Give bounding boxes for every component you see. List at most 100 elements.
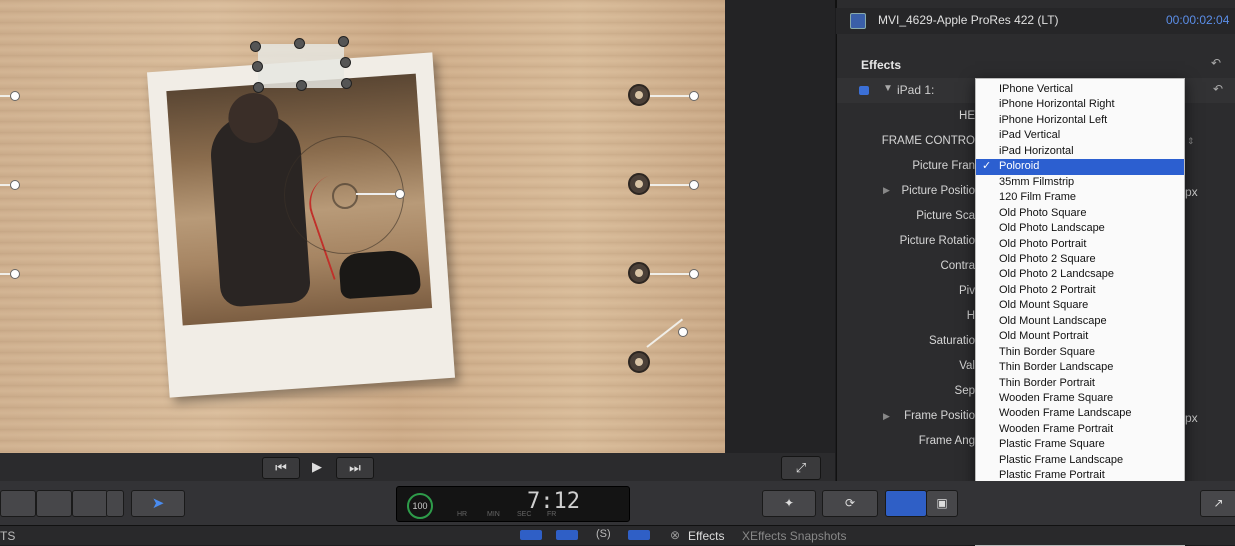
reset-icon[interactable]: ↶ bbox=[1211, 56, 1221, 70]
tape-handle[interactable] bbox=[250, 41, 261, 52]
adjust-knob[interactable] bbox=[628, 262, 650, 284]
tape-handle[interactable] bbox=[340, 57, 351, 68]
disclosure-triangle-icon[interactable]: ▶ bbox=[883, 185, 890, 196]
edge-line bbox=[0, 273, 10, 275]
dropdown-item[interactable]: Thin Border Portrait bbox=[976, 376, 1184, 391]
dropdown-item[interactable]: Old Mount Square bbox=[976, 298, 1184, 313]
dropdown-item-label: Old Photo Landscape bbox=[999, 222, 1105, 235]
viewer-gutter bbox=[725, 0, 835, 453]
adjust-knob[interactable] bbox=[628, 351, 650, 373]
adjust-knob[interactable] bbox=[628, 173, 650, 195]
effect-name: iPad 1: bbox=[897, 83, 935, 97]
status-left-label: TS bbox=[0, 529, 16, 543]
dropdown-item[interactable]: Old Mount Portrait bbox=[976, 329, 1184, 344]
position-handle[interactable] bbox=[332, 183, 358, 209]
dropdown-item[interactable]: iPhone Horizontal Right bbox=[976, 97, 1184, 112]
dropdown-item[interactable]: iPad Vertical bbox=[976, 128, 1184, 143]
dropdown-item[interactable]: Old Photo 2 Landcsape bbox=[976, 267, 1184, 282]
dropdown-item[interactable]: iPad Horizontal bbox=[976, 144, 1184, 159]
dropdown-item[interactable]: Old Photo 2 Portrait bbox=[976, 283, 1184, 298]
dropdown-item[interactable]: IPhone Vertical bbox=[976, 82, 1184, 97]
solo-toggle[interactable]: (S) bbox=[596, 528, 611, 540]
edge-handle[interactable] bbox=[10, 180, 20, 190]
edit-tool-button[interactable] bbox=[36, 490, 72, 517]
audio-meter-toggle[interactable] bbox=[520, 530, 542, 540]
adjust-knob[interactable] bbox=[628, 84, 650, 106]
knob-handle[interactable] bbox=[678, 327, 688, 337]
forward-button[interactable]: ⏭ bbox=[336, 457, 374, 479]
tape-handle[interactable] bbox=[296, 80, 307, 91]
tc-label: MIN bbox=[487, 511, 500, 518]
share-button[interactable]: ↗ bbox=[1200, 490, 1235, 517]
enhance-button[interactable]: ✦ bbox=[762, 490, 816, 517]
tape-handle[interactable] bbox=[341, 78, 352, 89]
dropdown-item[interactable]: Thin Border Square bbox=[976, 345, 1184, 360]
dropdown-item[interactable]: Wooden Frame Square bbox=[976, 391, 1184, 406]
dropdown-item[interactable]: Old Photo 2 Square bbox=[976, 252, 1184, 267]
snapshots-tab[interactable]: XEffects Snapshots bbox=[742, 529, 847, 543]
effects-tab[interactable]: Effects bbox=[688, 529, 724, 543]
dropdown-item[interactable]: Old Photo Landscape bbox=[976, 221, 1184, 236]
rewind-button[interactable]: ⏮ bbox=[262, 457, 300, 479]
edge-handle[interactable] bbox=[10, 269, 20, 279]
param-label: Frame Positio bbox=[904, 410, 975, 422]
tape-handle[interactable] bbox=[338, 36, 349, 47]
fullscreen-button[interactable]: ⤢ bbox=[781, 456, 821, 480]
popup-arrows-icon[interactable]: ⇕ bbox=[1187, 136, 1195, 147]
camera-icon: ▣ bbox=[936, 496, 948, 510]
viewer-canvas[interactable] bbox=[0, 0, 725, 453]
edit-tool-button[interactable] bbox=[72, 490, 108, 517]
tape-handle[interactable] bbox=[252, 61, 263, 72]
dropdown-item[interactable]: ✓ Poloroid bbox=[976, 159, 1184, 175]
param-label: Contra bbox=[940, 260, 975, 272]
knob-handle[interactable] bbox=[689, 91, 699, 101]
disclosure-triangle-icon[interactable]: ▶ bbox=[883, 411, 890, 422]
dropdown-item[interactable]: Old Photo Portrait bbox=[976, 237, 1184, 252]
transitions-button[interactable] bbox=[885, 490, 927, 517]
dropdown-item[interactable]: 120 Film Frame bbox=[976, 190, 1184, 205]
dropdown-item[interactable]: 35mm Filmstrip bbox=[976, 175, 1184, 190]
edit-tool-button[interactable] bbox=[0, 490, 36, 517]
close-icon[interactable]: ⊗ bbox=[670, 528, 680, 542]
waveform-toggle[interactable] bbox=[556, 530, 578, 540]
param-label: Saturatio bbox=[928, 335, 975, 347]
effect-reset-icon[interactable]: ↶ bbox=[1213, 82, 1223, 96]
retime-button[interactable]: ⟳ bbox=[822, 490, 878, 517]
knob-line bbox=[650, 184, 692, 186]
dropdown-item-label: Thin Border Landscape bbox=[999, 361, 1114, 374]
disclosure-triangle-icon[interactable]: ▼ bbox=[883, 83, 893, 94]
tc-label: SEC bbox=[517, 511, 532, 518]
timecode-display[interactable]: 100 7:12 HR MIN SEC FR bbox=[396, 486, 630, 522]
knob-handle[interactable] bbox=[689, 269, 699, 279]
photos-button[interactable]: ▣ bbox=[926, 490, 958, 517]
dropdown-item-label: Old Photo Square bbox=[999, 206, 1087, 219]
picture-frame-dropdown-menu[interactable]: IPhone Vertical iPhone Horizontal Right iP… bbox=[975, 78, 1185, 546]
dropdown-item-label: Thin Border Portrait bbox=[999, 376, 1095, 389]
dropdown-item[interactable]: iPhone Horizontal Left bbox=[976, 113, 1184, 128]
dropdown-item[interactable]: Thin Border Landscape bbox=[976, 360, 1184, 375]
dropdown-item[interactable]: Old Mount Landscape bbox=[976, 314, 1184, 329]
effect-enable-checkbox[interactable] bbox=[859, 86, 869, 95]
snapping-toggle[interactable] bbox=[628, 530, 650, 540]
dropdown-item[interactable]: Wooden Frame Landscape bbox=[976, 406, 1184, 421]
dropdown-item[interactable]: Plastic Frame Landscape bbox=[976, 453, 1184, 468]
edit-menu-arrow[interactable] bbox=[106, 490, 124, 517]
dropdown-item-label: Plastic Frame Portrait bbox=[999, 469, 1105, 482]
param-label: Piv bbox=[959, 285, 975, 297]
dropdown-item[interactable]: Plastic Frame Square bbox=[976, 437, 1184, 452]
dropdown-item[interactable]: Wooden Frame Portrait bbox=[976, 422, 1184, 437]
tape-handle[interactable] bbox=[294, 38, 305, 49]
edge-handle[interactable] bbox=[10, 91, 20, 101]
dropdown-item[interactable]: Old Photo Square bbox=[976, 206, 1184, 221]
knob-handle[interactable] bbox=[689, 180, 699, 190]
tape-handle[interactable] bbox=[253, 82, 264, 93]
select-tool-button[interactable]: ➤ bbox=[131, 490, 185, 517]
tc-label: HR bbox=[457, 511, 468, 518]
edge-line bbox=[0, 184, 10, 186]
dropdown-item-label: Old Photo 2 Portrait bbox=[999, 283, 1096, 296]
dropdown-item-label: Poloroid bbox=[999, 160, 1040, 173]
play-button[interactable]: ▶ bbox=[300, 457, 334, 477]
rotation-handle[interactable] bbox=[395, 189, 405, 199]
dropdown-item-label: Old Photo 2 Landcsape bbox=[999, 268, 1114, 281]
clip-name: MVI_4629-Apple ProRes 422 (LT) bbox=[878, 13, 1059, 27]
